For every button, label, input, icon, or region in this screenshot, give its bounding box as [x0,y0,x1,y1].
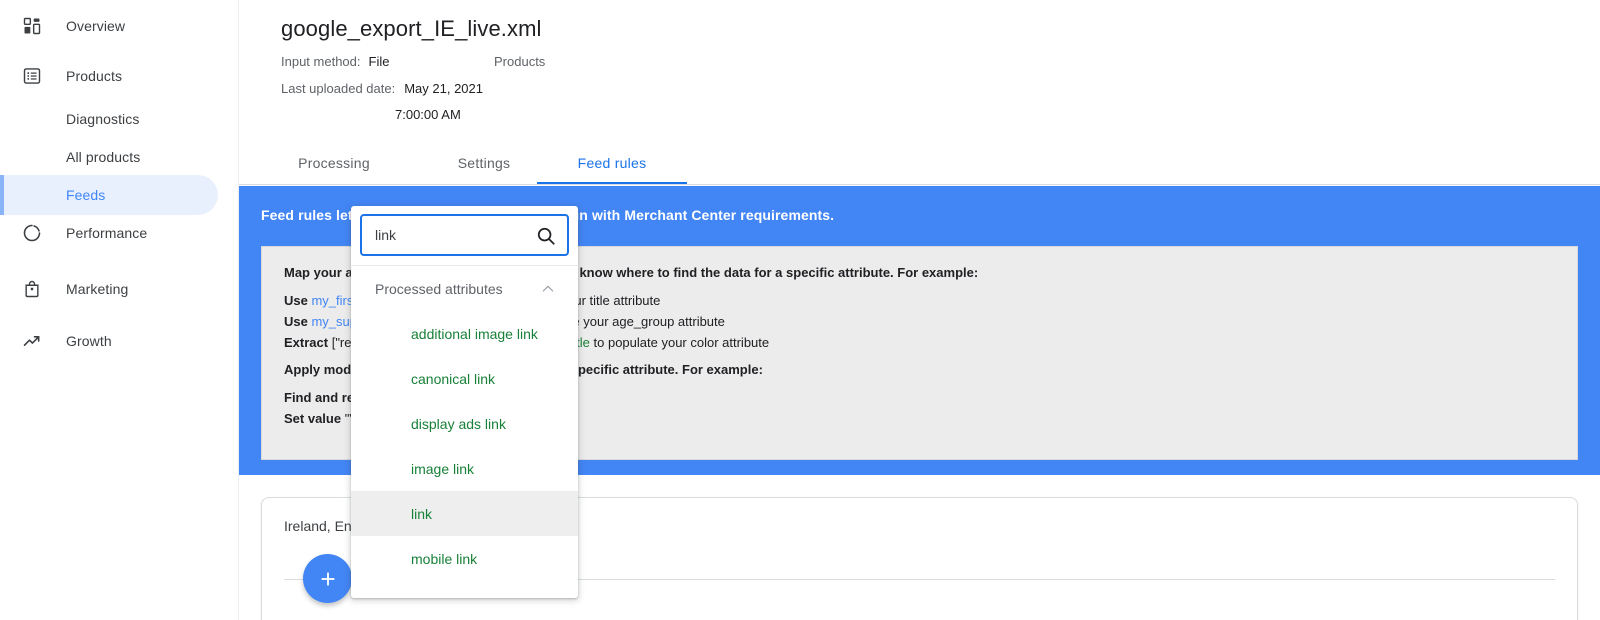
add-rule-button[interactable] [303,554,352,603]
attribute-option-label: additional image link [411,325,538,342]
meta-products-label: Products [494,54,546,69]
sidebar-item-diagnostics[interactable]: Diagnostics [0,99,218,139]
attribute-option-list: additional image link canonical link displ… [351,311,578,581]
tab-divider [239,184,1600,185]
meta-input-method-value: File [368,54,390,69]
dashboard-icon [20,14,44,38]
attribute-option-label: display ads link [411,415,506,432]
trending-up-icon [20,329,44,353]
attribute-option-image-link[interactable]: image link [351,446,578,491]
attribute-option-display-ads-link[interactable]: display ads link [351,401,578,446]
tab-processing[interactable]: Processing [259,146,409,185]
processed-attributes-group-header[interactable]: Processed attributes [351,266,578,311]
sidebar-item-label: Feeds [66,187,106,203]
meta-last-uploaded: Last uploaded date: May 21, 2021 [281,79,483,98]
meta-input-method-label: Input method: [281,54,361,69]
sidebar-item-label: Products [66,68,123,84]
sidebar-item-label: Performance [66,225,148,241]
page-title: google_export_IE_live.xml [281,16,542,41]
chevron-up-icon[interactable] [540,281,556,297]
meta-last-uploaded-time: 7:00:00 AM [395,107,461,122]
sidebar-item-label: Diagnostics [66,111,140,127]
attribute-option-canonical-link[interactable]: canonical link [351,356,578,401]
sidebar-item-growth[interactable]: Growth [0,321,218,361]
sidebar-item-products[interactable]: Products [0,56,218,96]
banner-text-segment: Extract [284,335,332,350]
attribute-option-label: image link [411,460,475,477]
shopping-bag-icon [20,277,44,301]
group-header-label: Processed attributes [375,280,503,297]
attribute-search-box[interactable] [360,214,569,256]
sidebar-item-marketing[interactable]: Marketing [0,269,218,309]
sidebar-item-label: Growth [66,333,112,349]
attribute-search-wrap [360,214,569,256]
meta-last-uploaded-label: Last uploaded date: [281,81,396,96]
list-box-icon [20,64,44,88]
plus-icon [321,572,334,585]
tab-feed-rules[interactable]: Feed rules [537,146,687,185]
attribute-option-label: link [411,505,433,522]
sidebar-item-all-products[interactable]: All products [0,137,218,177]
attribute-option-additional-image-link[interactable]: additional image link [351,311,578,356]
banner-text-segment: Set value [284,411,345,426]
banner-text-segment: Use [284,314,312,329]
banner-text-segment: Use [284,293,312,308]
sidebar-item-label: Overview [66,18,126,34]
attribute-dropdown: Processed attributes additional image li… [351,206,578,598]
attribute-option-link[interactable]: link [351,491,578,536]
attribute-option-mobile-link[interactable]: mobile link [351,536,578,581]
sidebar-item-overview[interactable]: Overview [0,6,218,46]
sidebar: Overview Products Diagnostics All products F… [0,0,239,620]
sidebar-item-performance[interactable]: Performance [0,213,218,253]
tab-bar: Processing Settings Feed rules [239,146,1600,185]
sidebar-item-label: All products [66,149,141,165]
sidebar-item-feeds[interactable]: Feeds [0,175,218,215]
pie-chart-icon [20,221,44,245]
attribute-option-label: canonical link [411,370,496,387]
meta-input-method: Input method: File [281,52,389,71]
attribute-option-label: mobile link [411,550,478,567]
search-icon[interactable] [535,225,557,247]
sidebar-item-label: Marketing [66,281,129,297]
meta-last-uploaded-value: May 21, 2021 [404,81,483,96]
banner-text-segment: to populate your color attribute [589,335,770,350]
app-root: Overview Products Diagnostics All products F… [0,0,1600,620]
